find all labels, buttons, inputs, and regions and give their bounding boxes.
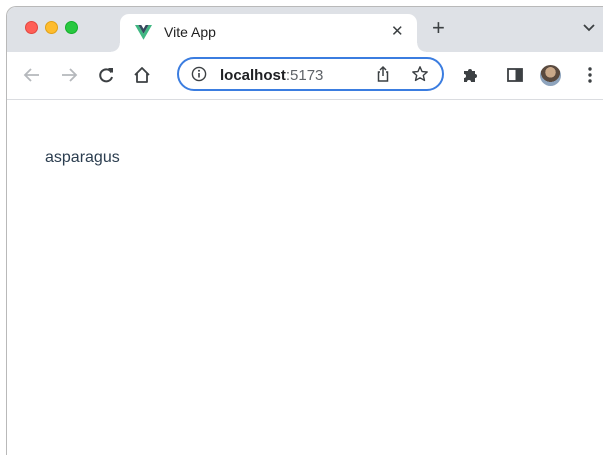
forward-arrow-icon[interactable] [59,65,79,85]
window-minimize-button[interactable] [45,21,58,34]
profile-avatar[interactable] [540,65,561,86]
page-content: asparagus [7,100,603,455]
window-maximize-button[interactable] [65,21,78,34]
url-host: localhost [220,67,286,84]
address-bar[interactable]: localhost:5173 [177,57,444,91]
url-port: :5173 [285,67,324,84]
home-icon[interactable] [132,65,152,85]
bookmark-star-icon[interactable] [411,65,429,83]
share-icon[interactable] [374,65,392,83]
info-icon[interactable] [191,66,207,82]
tab-title: Vite App [164,24,216,40]
page-text: asparagus [45,149,120,166]
extensions-puzzle-icon[interactable] [460,65,480,85]
reload-icon[interactable] [96,65,116,85]
tab-vite-app[interactable]: Vite App ✕ [111,14,426,52]
side-panel-icon[interactable] [505,65,525,85]
new-tab-button[interactable]: + [432,17,445,39]
window-close-button[interactable] [25,21,38,34]
url-text[interactable]: localhost:5173 [220,67,323,84]
browser-window: Vite App ✕ + localhost:5173 asparagus [6,6,603,455]
back-arrow-icon[interactable] [22,65,42,85]
browser-toolbar: localhost:5173 [7,52,603,100]
vue-logo-icon [135,25,152,40]
tab-close-icon[interactable]: ✕ [391,24,404,40]
tab-search-chevron-icon[interactable] [581,19,597,35]
tab-strip: Vite App ✕ + [7,7,603,52]
menu-kebab-icon[interactable] [585,65,595,85]
